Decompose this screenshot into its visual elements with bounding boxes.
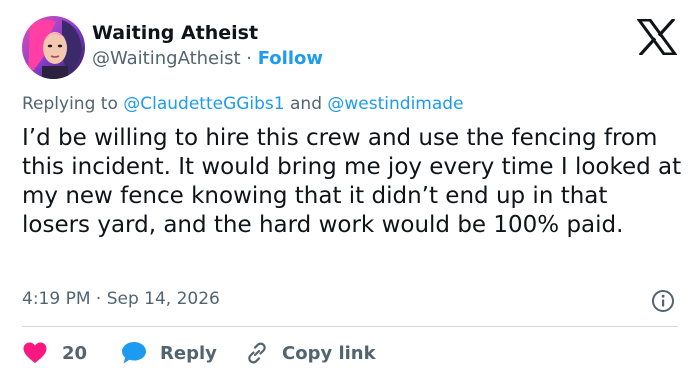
mention-link-2[interactable]: @westindimade: [327, 94, 463, 114]
follow-button[interactable]: Follow: [258, 48, 323, 69]
heart-icon: [23, 342, 47, 363]
info-icon[interactable]: [651, 289, 675, 313]
handle-separator: ·: [240, 48, 258, 69]
avatar[interactable]: [22, 16, 85, 79]
link-icon: [248, 342, 266, 364]
copy-link-button[interactable]: Copy link: [244, 339, 376, 367]
like-button[interactable]: 20: [22, 339, 87, 367]
handle[interactable]: @WaitingAtheist: [92, 48, 241, 69]
reply-prefix: Replying to: [22, 94, 124, 114]
tweet-time[interactable]: 4:19 PM: [22, 289, 91, 309]
reply-conjunction: and: [284, 94, 328, 114]
handle-row: @WaitingAtheist · Follow: [92, 48, 323, 69]
tweet-date[interactable]: Sep 14, 2026: [107, 289, 220, 309]
date-separator: ·: [90, 289, 107, 309]
timestamp[interactable]: 4:19 PM · Sep 14, 2026: [22, 289, 220, 309]
reply-label: Reply: [160, 342, 217, 364]
x-logo-icon[interactable]: [637, 19, 677, 55]
like-count: 20: [62, 342, 88, 364]
reply-button[interactable]: Reply: [120, 339, 217, 367]
action-bar: 20 Reply Copy link: [22, 339, 682, 367]
copy-link-label: Copy link: [282, 342, 376, 364]
speech-bubble-icon: [122, 342, 146, 364]
reply-context: Replying to @ClaudetteGGibs1 and @westin…: [22, 94, 464, 114]
display-name[interactable]: Waiting Atheist: [92, 22, 258, 44]
avatar-image: [22, 16, 85, 79]
mention-link-1[interactable]: @ClaudetteGGibs1: [123, 94, 284, 114]
divider: [22, 326, 678, 327]
tweet-text: I’d be willing to hire this crew and use…: [22, 125, 682, 238]
